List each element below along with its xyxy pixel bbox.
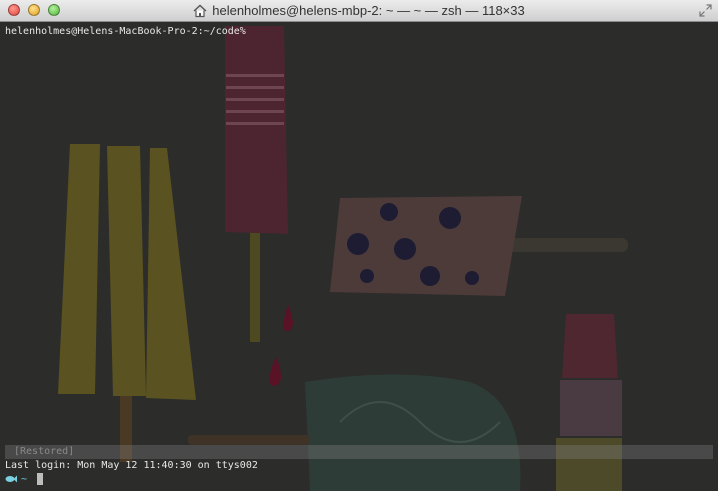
terminal-output: helenholmes@Helens-MacBook-Pro-2:~/code%… xyxy=(0,22,718,491)
restored-label: [Restored] xyxy=(14,446,75,457)
window-title-container: helenholmes@helens-mbp-2: ~ — ~ — zsh — … xyxy=(0,3,718,18)
window-title: helenholmes@helens-mbp-2: ~ — ~ — zsh — … xyxy=(212,3,525,18)
home-icon xyxy=(193,4,207,17)
fish-icon xyxy=(5,475,17,483)
restored-separator xyxy=(5,445,713,459)
current-prompt[interactable]: ~ xyxy=(5,473,44,485)
terminal-content[interactable]: helenholmes@Helens-MacBook-Pro-2:~/code%… xyxy=(0,22,718,491)
terminal-window: helenholmes@helens-mbp-2: ~ — ~ — zsh — … xyxy=(0,0,718,491)
text-cursor xyxy=(37,473,44,485)
fullscreen-arrows-icon[interactable] xyxy=(699,4,712,17)
last-login-line: Last login: Mon May 12 11:40:30 on ttys0… xyxy=(5,460,258,471)
prompt-line: helenholmes@Helens-MacBook-Pro-2:~/code% xyxy=(5,26,246,37)
title-bar[interactable]: helenholmes@helens-mbp-2: ~ — ~ — zsh — … xyxy=(0,0,718,22)
prompt-directory: ~ xyxy=(21,473,28,485)
